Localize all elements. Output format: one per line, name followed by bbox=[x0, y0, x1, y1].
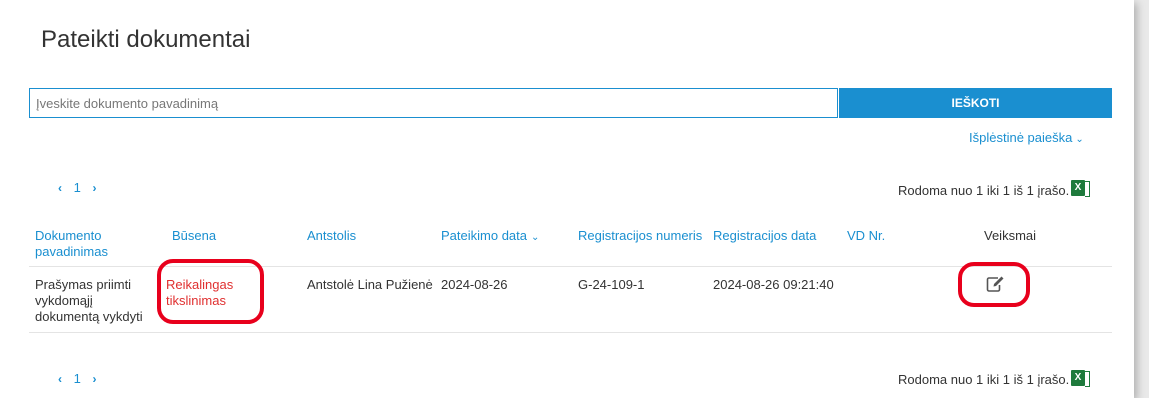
excel-export-icon[interactable]: X bbox=[1071, 180, 1090, 197]
header-reg-date[interactable]: Registracijos data bbox=[713, 228, 816, 244]
page-title: Pateikti dokumentai bbox=[41, 26, 251, 53]
edit-highlight-annotation bbox=[958, 262, 1030, 307]
page-number-button[interactable]: 1 bbox=[74, 371, 81, 386]
header-label: pavadinimas bbox=[35, 244, 108, 259]
cell-text: vykdomąjį bbox=[35, 293, 93, 308]
chevron-down-icon: ⌄ bbox=[1075, 134, 1084, 145]
next-page-button[interactable]: › bbox=[92, 181, 96, 195]
header-vd-nr[interactable]: VD Nr. bbox=[847, 228, 885, 244]
cell-reg-number: G-24-109-1 bbox=[578, 277, 645, 292]
record-count: Rodoma nuo 1 iki 1 iš 1 įrašo. bbox=[898, 183, 1070, 198]
header-bailiff[interactable]: Antstolis bbox=[307, 228, 356, 244]
next-page-button[interactable]: › bbox=[92, 372, 96, 386]
search-input[interactable] bbox=[29, 88, 838, 118]
header-label: Dokumento bbox=[35, 228, 102, 243]
cell-text: Prašymas priimti bbox=[35, 277, 132, 292]
cell-text: dokumentą vykdyti bbox=[35, 309, 143, 324]
row-divider bbox=[29, 332, 1112, 333]
cell-submit-date: 2024-08-26 bbox=[441, 277, 508, 292]
search-button[interactable]: IEŠKOTI bbox=[839, 88, 1112, 118]
prev-page-button[interactable]: ‹ bbox=[58, 372, 62, 386]
record-count: Rodoma nuo 1 iki 1 iš 1 įrašo. bbox=[898, 372, 1070, 387]
prev-page-button[interactable]: ‹ bbox=[58, 181, 62, 195]
main-panel: Pateikti dokumentai IEŠKOTI Išplėstinė p… bbox=[0, 0, 1134, 398]
header-submit-date[interactable]: Pateikimo data ⌄ bbox=[441, 228, 539, 246]
status-highlight-annotation bbox=[157, 259, 264, 324]
pagination-bottom: ‹ 1 › bbox=[58, 371, 96, 386]
cell-document-name: Prašymas priimti vykdomąjį dokumentą vyk… bbox=[35, 277, 143, 325]
pagination-top: ‹ 1 › bbox=[58, 180, 96, 195]
header-reg-number[interactable]: Registracijos numeris bbox=[578, 228, 702, 244]
cell-reg-date: 2024-08-26 09:21:40 bbox=[713, 277, 834, 292]
header-document-name[interactable]: Dokumento pavadinimas bbox=[35, 228, 108, 260]
advanced-search-link[interactable]: Išplėstinė paieška ⌄ bbox=[969, 130, 1084, 145]
excel-export-icon[interactable]: X bbox=[1071, 370, 1090, 387]
page-number-button[interactable]: 1 bbox=[74, 180, 81, 195]
chevron-down-icon: ⌄ bbox=[531, 232, 540, 243]
advanced-search-label: Išplėstinė paieška bbox=[969, 130, 1073, 145]
header-status[interactable]: Būsena bbox=[172, 228, 216, 244]
header-actions: Veiksmai bbox=[984, 228, 1037, 243]
header-label: Pateikimo data bbox=[441, 228, 527, 243]
cell-bailiff: Antstolė Lina Pužienė bbox=[307, 277, 433, 292]
